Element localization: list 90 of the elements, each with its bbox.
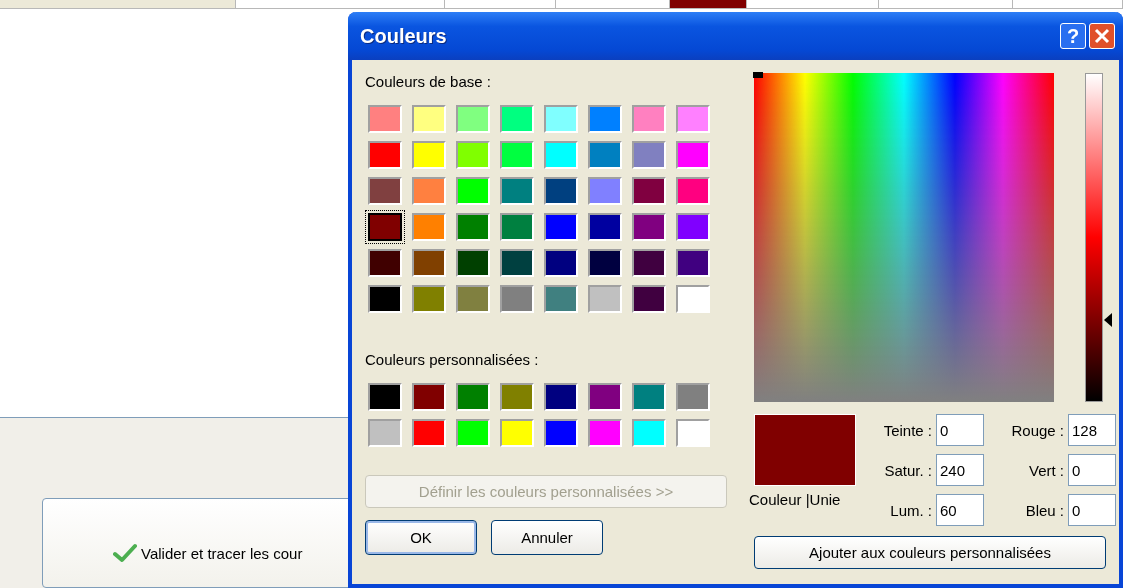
- color-swatch[interactable]: [456, 419, 490, 447]
- color-swatch[interactable]: [588, 177, 622, 205]
- color-swatch[interactable]: [544, 141, 578, 169]
- field-label: Rouge :: [1010, 421, 1064, 439]
- close-button[interactable]: [1089, 23, 1115, 49]
- color-swatch[interactable]: [676, 285, 710, 313]
- field-label: Satur. :: [883, 461, 932, 479]
- color-swatch[interactable]: [412, 177, 446, 205]
- color-swatch[interactable]: [500, 285, 534, 313]
- color-swatch[interactable]: [676, 177, 710, 205]
- color-swatch[interactable]: [368, 383, 402, 411]
- color-swatch[interactable]: [500, 105, 534, 133]
- field-label: Vert :: [1027, 461, 1064, 479]
- help-button[interactable]: ?: [1060, 23, 1086, 49]
- color-swatch[interactable]: [500, 141, 534, 169]
- cancel-button[interactable]: Annuler: [491, 520, 603, 555]
- color-swatch[interactable]: [412, 383, 446, 411]
- input-field[interactable]: 0: [1068, 494, 1116, 526]
- field-label: Lum. :: [889, 501, 932, 519]
- color-swatch[interactable]: [412, 285, 446, 313]
- color-swatch[interactable]: [676, 213, 710, 241]
- luminance-bar[interactable]: [1085, 73, 1104, 402]
- input-field[interactable]: 240: [936, 454, 984, 486]
- input-field[interactable]: 0: [1068, 454, 1116, 486]
- color-swatch[interactable]: [368, 213, 402, 241]
- checkmark-icon: [113, 543, 137, 563]
- color-swatch[interactable]: [676, 141, 710, 169]
- color-swatch[interactable]: [368, 285, 402, 313]
- color-swatch[interactable]: [456, 141, 490, 169]
- color-swatch[interactable]: [456, 249, 490, 277]
- color-swatch[interactable]: [544, 419, 578, 447]
- color-swatch[interactable]: [500, 383, 534, 411]
- color-swatch[interactable]: [632, 213, 666, 241]
- input-field[interactable]: 0: [936, 414, 984, 446]
- color-swatch[interactable]: [500, 249, 534, 277]
- color-swatch[interactable]: [632, 419, 666, 447]
- color-swatch[interactable]: [676, 105, 710, 133]
- color-swatch[interactable]: [588, 105, 622, 133]
- color-swatch[interactable]: [500, 177, 534, 205]
- color-swatch[interactable]: [412, 419, 446, 447]
- color-swatch[interactable]: [544, 285, 578, 313]
- color-swatch[interactable]: [456, 213, 490, 241]
- color-swatch[interactable]: [456, 383, 490, 411]
- color-swatch[interactable]: [368, 249, 402, 277]
- color-swatch[interactable]: [632, 285, 666, 313]
- color-swatch[interactable]: [632, 141, 666, 169]
- color-swatch[interactable]: [632, 249, 666, 277]
- section-label: Couleurs de base :: [365, 73, 492, 92]
- color-swatch[interactable]: [544, 249, 578, 277]
- color-swatch[interactable]: [544, 383, 578, 411]
- add-custom-color-button[interactable]: Ajouter aux couleurs personnalisées: [754, 536, 1106, 569]
- color-swatch[interactable]: [456, 105, 490, 133]
- field-label: Teinte :: [882, 421, 932, 439]
- color-swatch[interactable]: [412, 141, 446, 169]
- color-swatch[interactable]: [412, 213, 446, 241]
- color-swatch[interactable]: [412, 105, 446, 133]
- slider-arrow-icon[interactable]: [1104, 312, 1113, 327]
- color-spectrum[interactable]: [754, 73, 1055, 402]
- preview-label: Couleur |Unie: [749, 491, 841, 508]
- section-label: Couleurs personnalisées :: [365, 351, 540, 370]
- input-field[interactable]: 128: [1068, 414, 1116, 446]
- color-swatch[interactable]: [632, 383, 666, 411]
- color-swatch[interactable]: [456, 285, 490, 313]
- color-swatch[interactable]: [456, 177, 490, 205]
- color-swatch[interactable]: [500, 213, 534, 241]
- color-swatch[interactable]: [500, 419, 534, 447]
- color-swatch[interactable]: [632, 177, 666, 205]
- color-swatch[interactable]: [676, 383, 710, 411]
- close-icon: [1093, 27, 1111, 45]
- color-swatch[interactable]: [412, 249, 446, 277]
- color-swatch[interactable]: [588, 213, 622, 241]
- color-swatch[interactable]: [368, 105, 402, 133]
- color-swatch[interactable]: [588, 285, 622, 313]
- input-field[interactable]: 60: [936, 494, 984, 526]
- color-swatch[interactable]: [368, 419, 402, 447]
- color-swatch[interactable]: [588, 141, 622, 169]
- color-swatch[interactable]: [368, 177, 402, 205]
- color-swatch[interactable]: [588, 419, 622, 447]
- color-swatch[interactable]: [632, 105, 666, 133]
- ok-button[interactable]: OK: [365, 520, 477, 555]
- color-swatch[interactable]: [544, 105, 578, 133]
- color-swatch[interactable]: [588, 383, 622, 411]
- color-swatch[interactable]: [368, 141, 402, 169]
- color-swatch[interactable]: [676, 249, 710, 277]
- field-label: Bleu :: [1024, 501, 1064, 519]
- color-swatch[interactable]: [588, 249, 622, 277]
- color-swatch[interactable]: [544, 213, 578, 241]
- color-swatch[interactable]: [544, 177, 578, 205]
- color-swatch[interactable]: [676, 419, 710, 447]
- window-title: Couleurs: [360, 24, 448, 48]
